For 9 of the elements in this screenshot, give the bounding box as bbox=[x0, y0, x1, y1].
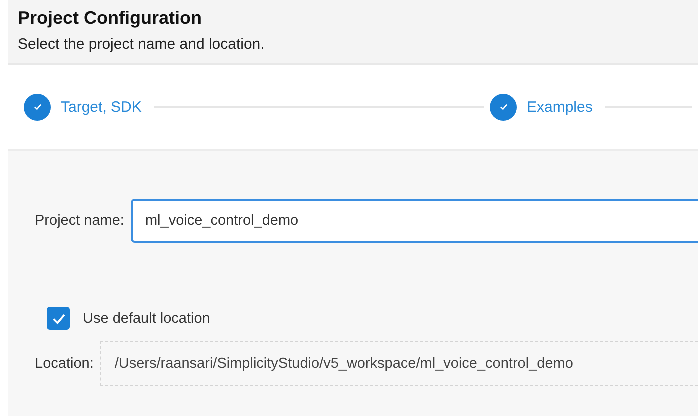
checkbox[interactable] bbox=[47, 307, 70, 330]
field-label: Location: bbox=[35, 356, 94, 372]
page-subtitle: Select the project name and location. bbox=[18, 36, 266, 53]
step-label[interactable]: Examples bbox=[527, 98, 593, 116]
project-name-field[interactable]: ml_voice_control_demo bbox=[131, 199, 698, 243]
checkbox-label: Use default location bbox=[83, 310, 210, 326]
field-label: Project name: bbox=[35, 213, 124, 229]
step-label[interactable]: Target, SDK bbox=[61, 98, 142, 116]
page-title: Project Configuration bbox=[18, 8, 203, 29]
